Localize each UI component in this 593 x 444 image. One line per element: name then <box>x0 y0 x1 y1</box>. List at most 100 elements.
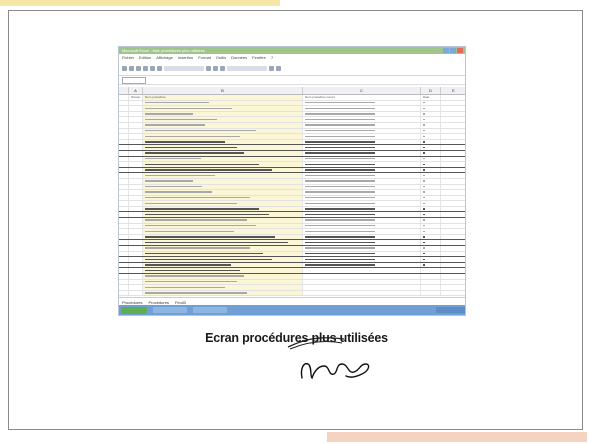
cell[interactable] <box>421 122 441 128</box>
cell[interactable] <box>421 223 441 229</box>
cell[interactable] <box>303 223 421 229</box>
cell[interactable] <box>143 150 303 156</box>
cell[interactable] <box>119 201 129 206</box>
cell[interactable] <box>441 224 465 229</box>
cell[interactable] <box>441 212 465 217</box>
cell[interactable] <box>129 128 143 134</box>
cell[interactable] <box>119 173 129 178</box>
cell[interactable] <box>441 151 465 156</box>
cell[interactable] <box>441 179 465 184</box>
cell[interactable] <box>441 168 465 173</box>
cell[interactable] <box>143 229 303 234</box>
close-icon[interactable] <box>457 48 463 53</box>
sheet-tab[interactable]: Procédures <box>122 300 142 305</box>
cell[interactable] <box>129 257 143 262</box>
cell[interactable] <box>441 95 465 100</box>
cell[interactable] <box>129 111 143 117</box>
cell[interactable] <box>129 274 143 279</box>
cell[interactable] <box>143 156 303 162</box>
cell[interactable] <box>119 234 129 240</box>
cell[interactable] <box>421 262 441 268</box>
cell[interactable] <box>119 117 129 122</box>
cell[interactable] <box>129 134 143 139</box>
column-header[interactable]: C <box>303 87 421 94</box>
cell[interactable] <box>119 139 129 145</box>
cell[interactable] <box>129 268 143 273</box>
cell[interactable] <box>119 162 129 167</box>
column-header[interactable] <box>119 87 129 94</box>
cell[interactable] <box>303 162 421 167</box>
cell[interactable] <box>143 190 303 195</box>
cell[interactable] <box>421 229 441 234</box>
cell[interactable] <box>421 201 441 206</box>
toolbar-button-icon[interactable] <box>150 65 155 71</box>
cell[interactable] <box>421 178 441 184</box>
menu-item[interactable]: Données <box>231 55 247 60</box>
cell[interactable] <box>119 178 129 184</box>
cell[interactable] <box>129 290 143 296</box>
cell[interactable] <box>143 106 303 111</box>
toolbar-button-icon[interactable] <box>206 65 211 71</box>
cell[interactable] <box>303 145 421 150</box>
cell[interactable] <box>303 285 421 290</box>
cell[interactable] <box>421 274 441 279</box>
cell[interactable] <box>421 234 441 240</box>
cell[interactable] <box>441 134 465 139</box>
cell[interactable] <box>129 167 143 173</box>
cell[interactable] <box>129 100 143 106</box>
cell[interactable] <box>441 190 465 195</box>
cell[interactable] <box>441 274 465 279</box>
cell[interactable] <box>143 257 303 262</box>
cell[interactable] <box>421 195 441 201</box>
cell[interactable] <box>143 117 303 122</box>
cell[interactable] <box>441 157 465 162</box>
cell[interactable] <box>119 106 129 111</box>
cell[interactable] <box>441 268 465 273</box>
cell[interactable] <box>441 240 465 245</box>
cell[interactable] <box>303 246 421 251</box>
cell[interactable] <box>143 251 303 257</box>
cell[interactable] <box>119 274 129 279</box>
cell[interactable] <box>143 100 303 106</box>
cell[interactable] <box>303 117 421 122</box>
cell[interactable] <box>303 195 421 201</box>
sheet-tab[interactable]: Feuil3 <box>175 300 186 305</box>
cell[interactable] <box>143 212 303 218</box>
cell[interactable] <box>129 173 143 178</box>
cell[interactable] <box>119 229 129 234</box>
cell[interactable] <box>143 139 303 145</box>
cell[interactable] <box>143 122 303 128</box>
cell[interactable] <box>119 134 129 139</box>
sheet-tab[interactable]: Procédures <box>148 300 168 305</box>
cell[interactable] <box>303 134 421 139</box>
cell[interactable] <box>119 246 129 251</box>
cell[interactable] <box>129 218 143 223</box>
cell[interactable] <box>143 162 303 167</box>
table-row[interactable] <box>119 290 465 297</box>
cell[interactable] <box>421 212 441 218</box>
cell[interactable] <box>143 246 303 251</box>
cell[interactable] <box>129 117 143 122</box>
cell[interactable] <box>129 251 143 257</box>
cell[interactable] <box>441 207 465 212</box>
cell[interactable] <box>129 262 143 268</box>
cell[interactable] <box>441 280 465 285</box>
cell[interactable] <box>303 173 421 178</box>
column-header[interactable]: E <box>441 87 465 94</box>
cell[interactable] <box>421 206 441 212</box>
cell[interactable] <box>129 162 143 167</box>
cell[interactable] <box>441 112 465 117</box>
cell[interactable] <box>143 290 303 296</box>
cell[interactable] <box>303 251 421 257</box>
cell[interactable] <box>129 156 143 162</box>
cell[interactable] <box>119 156 129 162</box>
taskbar-item[interactable] <box>193 307 227 313</box>
cell[interactable] <box>421 128 441 134</box>
cell[interactable] <box>421 150 441 156</box>
cell[interactable] <box>143 240 303 246</box>
column-header[interactable]: B <box>143 87 303 94</box>
cell[interactable] <box>441 257 465 262</box>
header-cell[interactable]: Date <box>421 95 441 100</box>
toolbar-button-icon[interactable] <box>136 65 141 71</box>
cell[interactable] <box>119 195 129 201</box>
